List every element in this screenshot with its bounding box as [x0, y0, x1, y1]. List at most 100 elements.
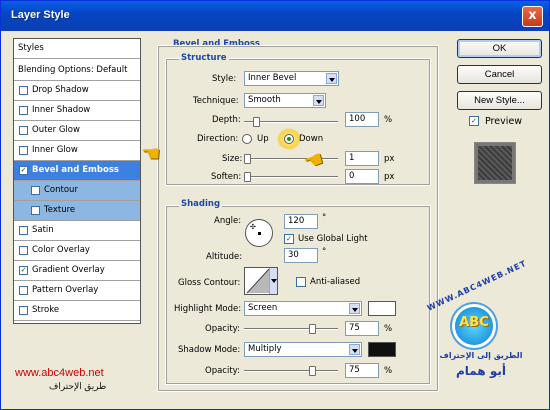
shadow-opacity-label: Opacity:	[205, 366, 240, 376]
style-item-pattern-overlay[interactable]: Pattern Overlay	[14, 281, 140, 301]
style-item-label: Color Overlay	[32, 245, 90, 255]
close-button[interactable]: x	[522, 6, 543, 27]
gloss-contour-picker[interactable]	[244, 267, 278, 295]
highlight-opacity-input[interactable]: 75	[345, 321, 379, 336]
style-item-bevel-and-emboss[interactable]: ✓ Bevel and Emboss	[14, 161, 140, 181]
new-style-button[interactable]: New Style...	[457, 91, 542, 110]
chevron-down-icon	[349, 303, 360, 314]
soften-unit: px	[384, 172, 395, 182]
crosshair-icon: ✣	[250, 223, 256, 231]
style-item-contour[interactable]: Contour	[14, 181, 140, 201]
style-item-label: Inner Shadow	[32, 105, 91, 115]
shadow-opacity-slider[interactable]	[244, 366, 338, 376]
style-item-checkbox[interactable]	[19, 126, 28, 135]
depth-slider-thumb[interactable]	[252, 117, 260, 127]
style-item-label: Stroke	[32, 305, 60, 315]
altitude-input[interactable]: 30	[284, 248, 318, 263]
direction-down-radio[interactable]	[284, 134, 294, 144]
altitude-label: Altitude:	[206, 252, 243, 262]
shadow-opacity-input[interactable]: 75	[345, 363, 379, 378]
technique-select[interactable]: Smooth	[244, 93, 326, 108]
style-item-checkbox[interactable]: ✓	[19, 166, 28, 175]
technique-label: Technique:	[193, 96, 239, 106]
highlight-opacity-thumb[interactable]	[309, 324, 317, 334]
style-item-checkbox[interactable]	[19, 146, 28, 155]
style-item-checkbox[interactable]	[19, 86, 28, 95]
window-title: Layer Style	[11, 9, 70, 21]
style-item-label: Bevel and Emboss	[32, 165, 119, 175]
anti-aliased-checkbox[interactable]	[296, 277, 306, 287]
ok-button[interactable]: OK	[457, 39, 542, 58]
style-item-texture[interactable]: Texture	[14, 201, 140, 221]
style-item-checkbox[interactable]	[19, 226, 28, 235]
abc4web-logo: WWW.ABC4WEB.NET ABC الطريق إلى الإحتراف …	[425, 258, 529, 378]
soften-input[interactable]: 0	[345, 169, 379, 184]
angle-label: Angle:	[214, 216, 242, 226]
direction-label: Direction:	[197, 134, 239, 144]
chevron-down-icon	[313, 95, 324, 106]
shadow-mode-select[interactable]: Multiply	[244, 342, 362, 357]
style-item-label: Outer Glow	[32, 125, 80, 135]
shading-group	[165, 205, 431, 385]
cancel-button[interactable]: Cancel	[457, 65, 542, 84]
soften-label: Soften:	[211, 172, 242, 182]
direction-up-label: Up	[257, 134, 269, 144]
highlight-mode-select[interactable]: Screen	[244, 301, 362, 316]
angle-dial[interactable]: ✣	[245, 219, 273, 247]
size-input[interactable]: 1	[345, 151, 379, 166]
style-item-label: Drop Shadow	[32, 85, 89, 95]
watermark-arabic: طريق الإحتراف	[49, 381, 107, 391]
structure-title: Structure	[179, 53, 229, 63]
style-item-checkbox[interactable]	[31, 206, 40, 215]
chevron-down-icon[interactable]	[269, 268, 277, 294]
watermark-url: www.abc4web.net	[15, 367, 104, 379]
size-unit: px	[384, 154, 395, 164]
depth-unit: %	[384, 115, 393, 125]
depth-input[interactable]: 100	[345, 112, 379, 127]
depth-slider[interactable]	[244, 117, 338, 127]
styles-list: Styles Blending Options: Default Drop Sh…	[13, 38, 141, 324]
layer-style-dialog: Layer Style x Styles Blending Options: D…	[0, 0, 550, 410]
global-light-checkbox[interactable]: ✓	[284, 234, 294, 244]
blending-options-item[interactable]: Blending Options: Default	[14, 59, 140, 81]
style-item-checkbox[interactable]	[19, 306, 28, 315]
highlight-opacity-slider[interactable]	[244, 324, 338, 334]
shadow-mode-label: Shadow Mode:	[178, 345, 241, 355]
preview-checkbox[interactable]: ✓	[469, 116, 479, 126]
styles-header[interactable]: Styles	[14, 39, 140, 59]
chevron-down-icon	[349, 344, 360, 355]
style-item-inner-glow[interactable]: Inner Glow	[14, 141, 140, 161]
style-label: Style:	[212, 74, 237, 84]
style-item-color-overlay[interactable]: Color Overlay	[14, 241, 140, 261]
soften-slider-thumb[interactable]	[244, 172, 251, 182]
direction-up-radio[interactable]	[242, 134, 252, 144]
soften-slider[interactable]	[244, 172, 338, 182]
angle-input[interactable]: 120	[284, 214, 318, 229]
style-item-checkbox[interactable]	[19, 106, 28, 115]
contour-preview-icon	[246, 268, 270, 294]
style-select[interactable]: Inner Bevel	[244, 71, 339, 86]
style-item-inner-shadow[interactable]: Inner Shadow	[14, 101, 140, 121]
preview-label: Preview	[485, 116, 522, 127]
style-item-label: Contour	[44, 185, 78, 195]
style-preview-thumbnail	[474, 142, 516, 184]
size-slider-thumb[interactable]	[244, 154, 251, 164]
highlight-color-swatch[interactable]	[368, 301, 396, 316]
style-item-checkbox[interactable]	[19, 286, 28, 295]
style-item-outer-glow[interactable]: Outer Glow	[14, 121, 140, 141]
style-item-checkbox[interactable]: ✓	[19, 266, 28, 275]
style-item-label: Texture	[44, 205, 76, 215]
direction-down-label: Down	[299, 134, 324, 144]
shadow-opacity-thumb[interactable]	[309, 366, 317, 376]
style-item-satin[interactable]: Satin	[14, 221, 140, 241]
style-item-checkbox[interactable]	[19, 246, 28, 255]
shadow-opacity-unit: %	[384, 366, 393, 376]
shading-title: Shading	[179, 199, 223, 209]
style-item-gradient-overlay[interactable]: ✓ Gradient Overlay	[14, 261, 140, 281]
style-item-label: Gradient Overlay	[32, 265, 105, 275]
style-item-stroke[interactable]: Stroke	[14, 301, 140, 321]
shadow-color-swatch[interactable]	[368, 342, 396, 357]
depth-label: Depth:	[212, 115, 241, 125]
style-item-checkbox[interactable]	[31, 186, 40, 195]
style-item-drop-shadow[interactable]: Drop Shadow	[14, 81, 140, 101]
